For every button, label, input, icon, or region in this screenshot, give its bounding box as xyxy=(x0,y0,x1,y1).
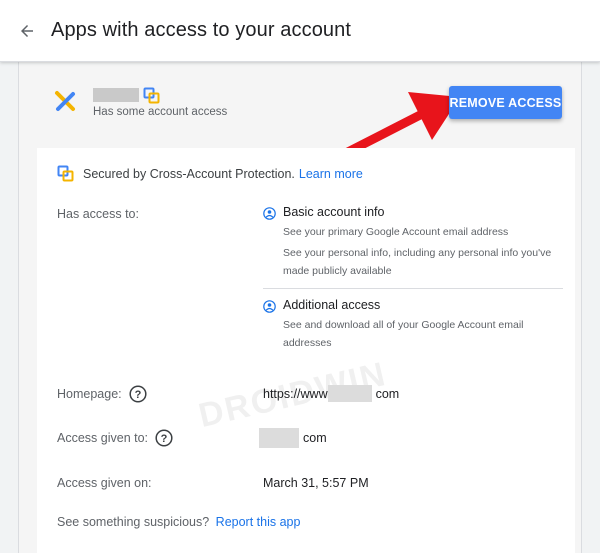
divider xyxy=(263,288,563,289)
access-given-to-row-label: Access given to: ? xyxy=(57,429,173,447)
suspicious-row: See something suspicious? Report this ap… xyxy=(57,515,300,529)
app-card: Has some account access REMOVE ACCESS DR… xyxy=(18,62,582,553)
homepage-label: Homepage: xyxy=(57,387,122,401)
homepage-row-label: Homepage: ? xyxy=(57,385,147,403)
report-app-link[interactable]: Report this app xyxy=(216,515,301,529)
suspicious-text: See something suspicious? xyxy=(57,515,210,529)
homepage-suffix: com xyxy=(375,386,400,401)
access-item-basic-info: Basic account info See your primary Goog… xyxy=(263,205,563,280)
access-item-title: Basic account info xyxy=(283,205,385,219)
arrow-back-icon xyxy=(21,24,33,37)
access-given-on-value: March 31, 5:57 PM xyxy=(263,476,369,490)
homepage-value: https://www com xyxy=(263,385,399,402)
access-given-on-label: Access given on: xyxy=(57,476,152,490)
account-circle-icon xyxy=(263,207,276,220)
learn-more-link[interactable]: Learn more xyxy=(299,167,363,181)
svg-text:?: ? xyxy=(161,433,168,445)
details-panel: DROIDWIN Secured by Cross-Account Protec… xyxy=(37,148,575,553)
access-item-desc: See your primary Google Account email ad… xyxy=(283,226,509,238)
cross-account-protection-icon xyxy=(143,87,160,104)
has-access-label: Has access to: xyxy=(57,207,139,221)
page-title: Apps with access to your account xyxy=(51,19,352,41)
top-app-bar: Apps with access to your account xyxy=(0,0,600,62)
access-item-desc: See your personal info, including any pe… xyxy=(283,247,552,277)
access-item-desc: See and download all of your Google Acco… xyxy=(283,319,524,349)
account-circle-icon xyxy=(263,300,276,313)
access-list: Basic account info See your primary Goog… xyxy=(263,205,563,352)
access-given-to-label: Access given to: xyxy=(57,431,149,445)
access-given-to-suffix: com xyxy=(303,431,327,445)
app-name-redacted xyxy=(93,88,139,102)
access-item-additional: Additional access See and download all o… xyxy=(263,298,563,352)
remove-access-button[interactable]: REMOVE ACCESS xyxy=(449,86,562,119)
access-given-to-value: com xyxy=(259,428,327,448)
access-item-title: Additional access xyxy=(283,298,381,312)
cross-account-protection-icon xyxy=(57,165,74,182)
back-button[interactable] xyxy=(15,19,39,43)
app-access-subtitle: Has some account access xyxy=(93,106,228,118)
secured-text: Secured by Cross-Account Protection. xyxy=(83,166,295,181)
help-icon[interactable]: ? xyxy=(155,429,173,447)
help-icon[interactable]: ? xyxy=(129,385,147,403)
svg-text:?: ? xyxy=(134,389,141,401)
homepage-prefix: https://www xyxy=(263,386,328,401)
redacted-domain xyxy=(259,428,299,448)
app-logo-icon xyxy=(55,91,75,111)
redacted-domain xyxy=(327,385,372,402)
secured-row: Secured by Cross-Account Protection. Lea… xyxy=(57,165,363,182)
